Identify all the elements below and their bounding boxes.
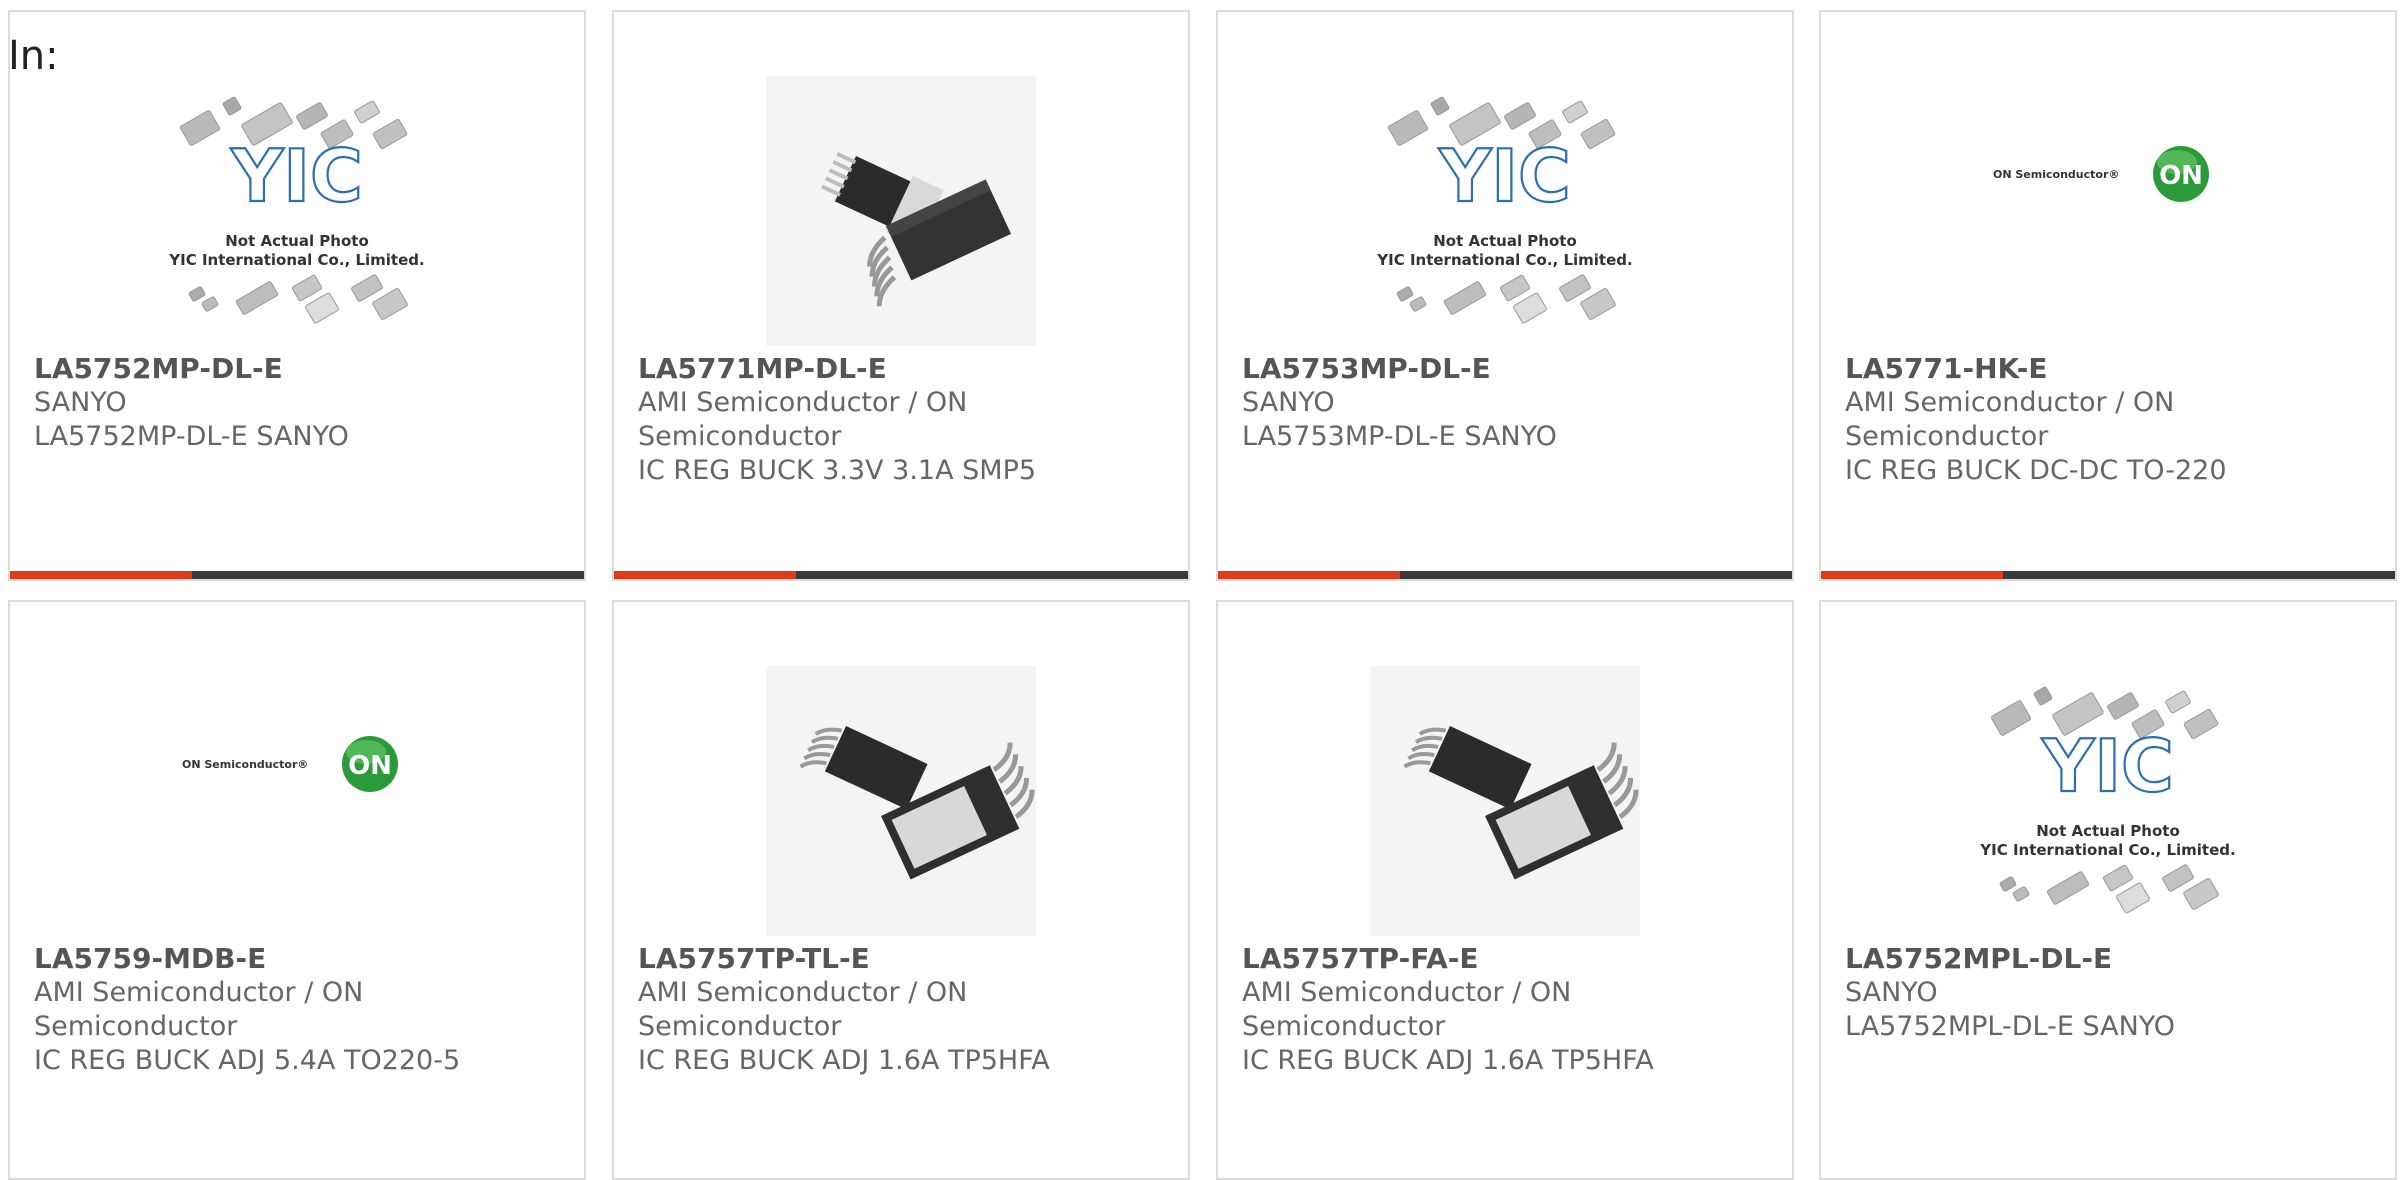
svg-text:Not Actual Photo: Not Actual Photo bbox=[1433, 232, 1577, 250]
product-card[interactable]: ON Semiconductor® ON LA5771-HK-E AMI Sem… bbox=[1819, 10, 2397, 581]
product-manufacturer: AMI Semiconductor / ON Semiconductor bbox=[638, 387, 968, 452]
product-card[interactable]: YIC Not Actual Photo YIC International C… bbox=[1819, 600, 2397, 1180]
product-description: LA5752MPL-DL-E SANYO bbox=[1845, 1011, 2176, 1042]
svg-text:ON Semiconductor®: ON Semiconductor® bbox=[1993, 168, 2119, 181]
on-semiconductor-logo-icon: ON Semiconductor® ON bbox=[182, 736, 398, 792]
product-card[interactable]: ON Semiconductor® ON LA5759-MDB-E AMI Se… bbox=[8, 600, 586, 1180]
product-image[interactable] bbox=[766, 666, 1036, 936]
card-bottom-bar bbox=[1218, 571, 1792, 579]
svg-text:YIC International Co., Limited: YIC International Co., Limited. bbox=[168, 251, 424, 269]
product-image[interactable]: ON Semiconductor® ON bbox=[162, 666, 432, 936]
product-card[interactable]: LA5771MP-DL-E AMI Semiconductor / ON Sem… bbox=[612, 10, 1190, 581]
product-card[interactable]: LA5757TP-FA-E AMI Semiconductor / ON Sem… bbox=[1216, 600, 1794, 1180]
product-info: LA5752MPL-DL-E SANYO LA5752MPL-DL-E SANY… bbox=[1845, 942, 2375, 1044]
product-image[interactable]: YIC Not Actual Photo YIC International C… bbox=[1370, 76, 1640, 346]
product-description: IC REG BUCK ADJ 1.6A TP5HFA bbox=[638, 1045, 1050, 1076]
product-image[interactable] bbox=[766, 76, 1036, 346]
on-semiconductor-logo-icon: ON Semiconductor® ON bbox=[1993, 146, 2209, 202]
product-info: LA5752MP-DL-E SANYO LA5752MP-DL-E SANYO bbox=[34, 352, 564, 454]
product-card[interactable]: LA5757TP-TL-E AMI Semiconductor / ON Sem… bbox=[612, 600, 1190, 1180]
card-bottom-bar bbox=[614, 571, 1188, 579]
svg-text:YIC: YIC bbox=[2041, 724, 2174, 808]
product-part-number[interactable]: LA5757TP-TL-E bbox=[638, 942, 1168, 976]
product-info: LA5771MP-DL-E AMI Semiconductor / ON Sem… bbox=[638, 352, 1168, 488]
svg-text:Not Actual Photo: Not Actual Photo bbox=[2036, 822, 2180, 840]
product-image[interactable]: YIC Not Actual Photo YIC International C… bbox=[1973, 666, 2243, 936]
svg-text:YIC: YIC bbox=[1438, 134, 1571, 218]
product-part-number[interactable]: LA5771-HK-E bbox=[1845, 352, 2375, 386]
product-part-number[interactable]: LA5757TP-FA-E bbox=[1242, 942, 1772, 976]
svg-text:ON: ON bbox=[348, 751, 392, 781]
product-part-number[interactable]: LA5771MP-DL-E bbox=[638, 352, 1168, 386]
product-part-number[interactable]: LA5752MP-DL-E bbox=[34, 352, 564, 386]
product-image[interactable] bbox=[1370, 666, 1640, 936]
product-manufacturer: SANYO bbox=[34, 387, 127, 418]
svg-text:Not Actual Photo: Not Actual Photo bbox=[225, 232, 369, 250]
product-manufacturer: AMI Semiconductor / ON Semiconductor bbox=[34, 977, 364, 1042]
smd-package-pad-icon bbox=[766, 666, 1036, 936]
product-part-number[interactable]: LA5752MPL-DL-E bbox=[1845, 942, 2375, 976]
product-info: LA5759-MDB-E AMI Semiconductor / ON Semi… bbox=[34, 942, 564, 1078]
svg-text:YIC International Co., Limited: YIC International Co., Limited. bbox=[1979, 841, 2235, 859]
product-info: LA5757TP-FA-E AMI Semiconductor / ON Sem… bbox=[1242, 942, 1772, 1078]
product-info: LA5753MP-DL-E SANYO LA5753MP-DL-E SANYO bbox=[1242, 352, 1772, 454]
product-manufacturer: SANYO bbox=[1845, 977, 1938, 1008]
product-part-number[interactable]: LA5759-MDB-E bbox=[34, 942, 564, 976]
card-bottom-bar bbox=[10, 571, 584, 579]
product-image[interactable]: ON Semiconductor® ON bbox=[1973, 76, 2243, 346]
product-manufacturer: AMI Semiconductor / ON Semiconductor bbox=[1845, 387, 2175, 452]
product-image[interactable]: YIC Not Actual Photo YIC International C… bbox=[162, 76, 432, 346]
product-manufacturer: SANYO bbox=[1242, 387, 1335, 418]
yic-placeholder-icon: YIC Not Actual Photo YIC International C… bbox=[1376, 96, 1633, 324]
smd-package-tabbed-icon bbox=[766, 76, 1036, 346]
product-info: LA5771-HK-E AMI Semiconductor / ON Semic… bbox=[1845, 352, 2375, 488]
product-description: LA5752MP-DL-E SANYO bbox=[34, 421, 349, 452]
product-card[interactable]: YIC Not Actual Photo YIC International C… bbox=[8, 10, 586, 581]
product-description: IC REG BUCK DC-DC TO-220 bbox=[1845, 455, 2227, 486]
smd-package-pad-icon bbox=[1370, 666, 1640, 936]
card-bottom-bar bbox=[1821, 571, 2395, 579]
product-part-number[interactable]: LA5753MP-DL-E bbox=[1242, 352, 1772, 386]
product-manufacturer: AMI Semiconductor / ON Semiconductor bbox=[1242, 977, 1572, 1042]
in-label: In: bbox=[8, 33, 59, 79]
yic-placeholder-icon: YIC Not Actual Photo YIC International C… bbox=[1979, 686, 2236, 914]
svg-text:YIC International Co., Limited: YIC International Co., Limited. bbox=[1376, 251, 1632, 269]
yic-placeholder-icon: YIC Not Actual Photo YIC International C… bbox=[168, 96, 425, 324]
svg-text:ON Semiconductor®: ON Semiconductor® bbox=[182, 758, 308, 771]
product-description: IC REG BUCK ADJ 1.6A TP5HFA bbox=[1242, 1045, 1654, 1076]
product-description: LA5753MP-DL-E SANYO bbox=[1242, 421, 1557, 452]
svg-text:YIC: YIC bbox=[230, 134, 363, 218]
product-card[interactable]: YIC Not Actual Photo YIC International C… bbox=[1216, 10, 1794, 581]
product-manufacturer: AMI Semiconductor / ON Semiconductor bbox=[638, 977, 968, 1042]
product-description: IC REG BUCK 3.3V 3.1A SMP5 bbox=[638, 455, 1037, 486]
product-description: IC REG BUCK ADJ 5.4A TO220-5 bbox=[34, 1045, 461, 1076]
product-info: LA5757TP-TL-E AMI Semiconductor / ON Sem… bbox=[638, 942, 1168, 1078]
svg-text:ON: ON bbox=[2159, 161, 2203, 191]
